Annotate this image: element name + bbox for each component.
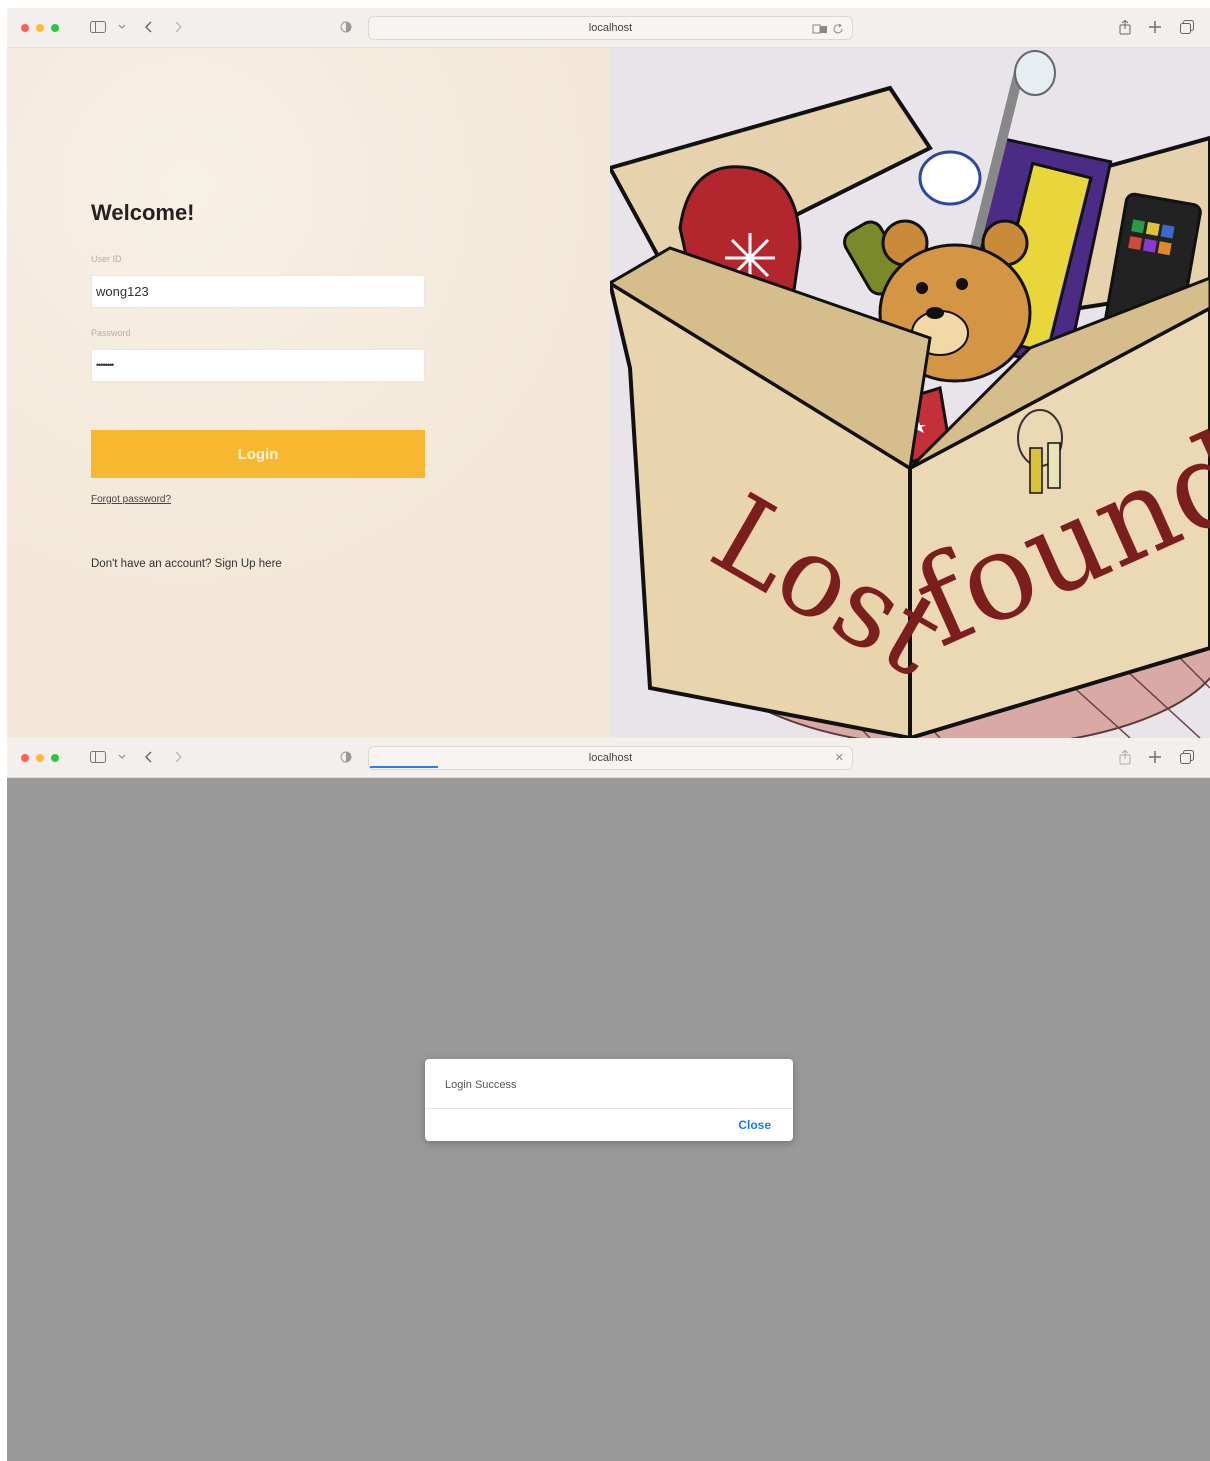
modal-backdrop[interactable]: Login Success Close [7,778,1210,1461]
translate-icon[interactable] [812,22,828,40]
chevron-down-icon[interactable] [111,16,133,38]
privacy-shield-icon[interactable] [335,746,357,768]
maximize-window-icon[interactable] [51,754,59,762]
close-button[interactable]: Close [738,1118,771,1132]
privacy-shield-icon[interactable] [335,16,357,38]
sidebar-icon[interactable] [87,746,109,768]
dialog-divider [425,1108,793,1109]
stop-loading-icon[interactable]: ✕ [835,751,844,764]
signup-link[interactable]: Don't have an account? Sign Up here [91,558,282,570]
user-id-label: User ID [91,254,122,264]
sidebar-icon[interactable] [87,16,109,38]
user-id-input[interactable]: wong123 [91,275,425,308]
dialog-message: Login Success [445,1079,517,1091]
address-bar[interactable]: localhost ✕ [368,746,853,770]
maximize-window-icon[interactable] [51,24,59,32]
address-text: localhost [588,752,633,764]
back-icon[interactable] [138,16,160,38]
browser-toolbar: localhost [7,8,1210,48]
login-browser-window: localhost Welcome! User ID wong123 Passw… [7,8,1210,738]
back-icon[interactable] [138,746,160,768]
login-panel: Welcome! User ID wong123 Password ••••••… [7,48,610,738]
login-button[interactable]: Login [91,430,425,478]
share-icon[interactable] [1114,16,1136,38]
new-tab-icon[interactable] [1144,16,1166,38]
tab-overview-icon[interactable] [1176,746,1198,768]
address-text: localhost [588,22,633,34]
chevron-down-icon[interactable] [111,746,133,768]
forward-icon[interactable] [167,16,189,38]
dialog-browser-window: localhost ✕ Login Success Close [7,738,1210,1461]
lost-found-illustration: Lost found [606,48,1210,738]
page-title: Welcome! [91,200,195,225]
tab-overview-icon[interactable] [1176,16,1198,38]
close-window-icon[interactable] [21,24,29,32]
password-label: Password [91,328,131,338]
reload-icon[interactable] [832,22,844,40]
address-bar[interactable]: localhost [368,16,853,40]
share-icon[interactable] [1114,746,1136,768]
forward-icon[interactable] [167,746,189,768]
minimize-window-icon[interactable] [36,754,44,762]
forgot-password-link[interactable]: Forgot password? [91,494,171,505]
close-window-icon[interactable] [21,754,29,762]
login-success-dialog: Login Success Close [425,1059,793,1141]
password-input[interactable]: •••••••• [91,349,425,382]
browser-toolbar: localhost ✕ [7,738,1210,778]
loading-progress-bar [370,766,438,768]
minimize-window-icon[interactable] [36,24,44,32]
new-tab-icon[interactable] [1144,746,1166,768]
